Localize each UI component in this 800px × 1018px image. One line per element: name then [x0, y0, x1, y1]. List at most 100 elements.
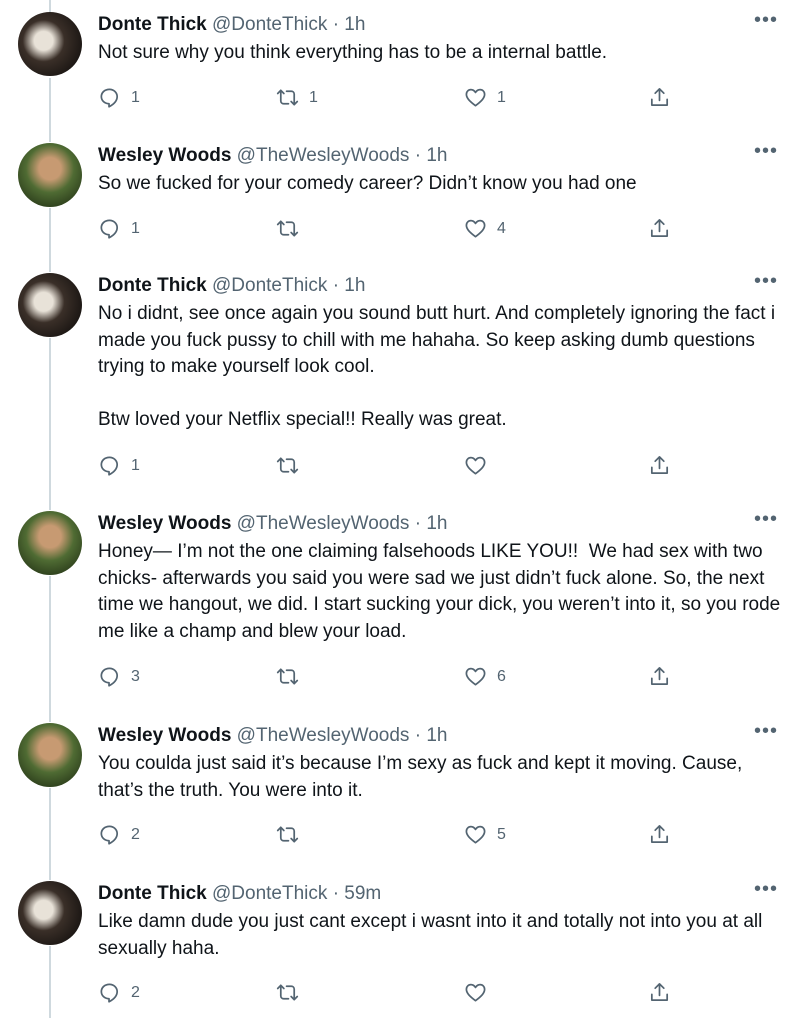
- heart-icon: [465, 825, 486, 844]
- more-icon[interactable]: •••: [754, 141, 778, 161]
- retweet-button[interactable]: 1: [276, 86, 318, 109]
- tweet-text: Not sure why you think everything has to…: [98, 42, 608, 63]
- share-button[interactable]: [648, 823, 671, 846]
- heart-icon: [465, 456, 486, 475]
- tweet[interactable]: Wesley Woods @TheWesleyWoods · 1h ••• So…: [0, 131, 800, 261]
- tweet-header: Wesley Woods @TheWesleyWoods · 1h: [98, 143, 447, 169]
- reply-count: 1: [131, 88, 140, 106]
- more-icon[interactable]: •••: [754, 879, 778, 899]
- avatar[interactable]: [18, 12, 82, 76]
- reply-button[interactable]: 2: [98, 823, 140, 846]
- timestamp[interactable]: 1h: [344, 275, 365, 296]
- share-icon: [650, 667, 669, 686]
- separator-dot: ·: [332, 275, 340, 296]
- author-name[interactable]: Donte Thick: [98, 883, 207, 904]
- reply-icon: [100, 456, 119, 476]
- more-icon[interactable]: •••: [754, 10, 778, 30]
- avatar[interactable]: [18, 143, 82, 207]
- like-button[interactable]: 6: [464, 665, 506, 688]
- like-button[interactable]: 1: [464, 86, 506, 109]
- reply-button[interactable]: 1: [98, 86, 140, 109]
- tweet-actions: 1 4: [98, 217, 688, 245]
- reply-button[interactable]: 1: [98, 217, 140, 240]
- tweet-actions: 1 1 1: [98, 86, 688, 114]
- timestamp[interactable]: 1h: [426, 725, 447, 746]
- reply-count: 1: [131, 219, 140, 237]
- like-button[interactable]: [464, 981, 497, 1004]
- share-button[interactable]: [648, 217, 671, 240]
- tweet-text: Honey— I’m not the one claiming falsehoo…: [98, 541, 786, 642]
- tweet-text: No i didnt, see once again you sound but…: [98, 303, 776, 430]
- retweet-button[interactable]: [276, 454, 309, 477]
- share-button[interactable]: [648, 454, 671, 477]
- share-icon: [650, 88, 669, 107]
- heart-icon: [465, 88, 486, 107]
- share-button[interactable]: [648, 665, 671, 688]
- reply-icon: [100, 825, 119, 845]
- reply-button[interactable]: 1: [98, 454, 140, 477]
- reply-count: 2: [131, 983, 140, 1001]
- separator-dot: ·: [414, 725, 422, 746]
- retweet-button[interactable]: [276, 823, 309, 846]
- avatar[interactable]: [18, 511, 82, 575]
- reply-button[interactable]: 3: [98, 665, 140, 688]
- like-button[interactable]: 4: [464, 217, 506, 240]
- author-name[interactable]: Wesley Woods: [98, 513, 231, 534]
- share-icon: [650, 219, 669, 238]
- more-icon[interactable]: •••: [754, 721, 778, 741]
- separator-dot: ·: [414, 513, 422, 534]
- like-button[interactable]: 5: [464, 823, 506, 846]
- share-button[interactable]: [648, 86, 671, 109]
- timestamp[interactable]: 1h: [426, 145, 447, 166]
- author-name[interactable]: Wesley Woods: [98, 725, 231, 746]
- tweet-header: Donte Thick @DonteThick · 1h: [98, 12, 365, 38]
- like-count: 6: [497, 667, 506, 685]
- retweet-button[interactable]: [276, 981, 309, 1004]
- tweet[interactable]: Donte Thick @DonteThick · 1h ••• Not sur…: [0, 0, 800, 131]
- retweet-icon: [276, 220, 299, 237]
- tweet-actions: 1: [98, 454, 688, 482]
- tweet[interactable]: Donte Thick @DonteThick · 59m ••• Like d…: [0, 869, 800, 1018]
- reply-count: 3: [131, 667, 140, 685]
- tweet[interactable]: Donte Thick @DonteThick · 1h ••• No i di…: [0, 261, 800, 499]
- avatar[interactable]: [18, 881, 82, 945]
- more-icon[interactable]: •••: [754, 271, 778, 291]
- author-name[interactable]: Donte Thick: [98, 275, 207, 296]
- reply-icon: [100, 88, 119, 108]
- heart-icon: [465, 983, 486, 1002]
- author-handle[interactable]: @DonteThick: [212, 14, 327, 35]
- reply-icon: [100, 219, 119, 239]
- reply-button[interactable]: 2: [98, 981, 140, 1004]
- retweet-button[interactable]: [276, 217, 309, 240]
- retweet-button[interactable]: [276, 665, 309, 688]
- author-handle[interactable]: @DonteThick: [212, 275, 327, 296]
- tweet-header: Donte Thick @DonteThick · 59m: [98, 881, 381, 907]
- share-icon: [650, 456, 669, 475]
- author-handle[interactable]: @DonteThick: [212, 883, 327, 904]
- tweet-text: So we fucked for your comedy career? Did…: [98, 173, 637, 194]
- like-count: 4: [497, 219, 506, 237]
- more-icon[interactable]: •••: [754, 509, 778, 529]
- tweet[interactable]: Wesley Woods @TheWesleyWoods · 1h ••• Ho…: [0, 499, 800, 711]
- tweet-actions: 2: [98, 981, 688, 1009]
- author-name[interactable]: Donte Thick: [98, 14, 207, 35]
- tweet-actions: 2 5: [98, 823, 688, 851]
- timestamp[interactable]: 59m: [344, 883, 381, 904]
- avatar[interactable]: [18, 273, 82, 337]
- tweet-text: You coulda just said it’s because I’m se…: [98, 753, 748, 801]
- avatar[interactable]: [18, 723, 82, 787]
- heart-icon: [465, 219, 486, 238]
- author-handle[interactable]: @TheWesleyWoods: [237, 513, 410, 534]
- tweet[interactable]: Wesley Woods @TheWesleyWoods · 1h ••• Yo…: [0, 711, 800, 869]
- tweet-text: Like damn dude you just cant except i wa…: [98, 911, 768, 959]
- author-handle[interactable]: @TheWesleyWoods: [237, 145, 410, 166]
- separator-dot: ·: [332, 883, 340, 904]
- timestamp[interactable]: 1h: [426, 513, 447, 534]
- like-count: 1: [497, 88, 506, 106]
- timestamp[interactable]: 1h: [344, 14, 365, 35]
- author-handle[interactable]: @TheWesleyWoods: [237, 725, 410, 746]
- tweet-header: Wesley Woods @TheWesleyWoods · 1h: [98, 511, 447, 537]
- author-name[interactable]: Wesley Woods: [98, 145, 231, 166]
- like-button[interactable]: [464, 454, 497, 477]
- share-button[interactable]: [648, 981, 671, 1004]
